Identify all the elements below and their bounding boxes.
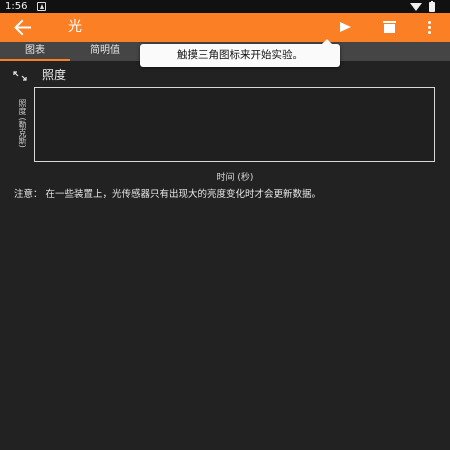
wifi-icon bbox=[410, 3, 422, 11]
expand-icon[interactable] bbox=[13, 71, 27, 81]
chart-title: 照度 bbox=[42, 68, 67, 82]
status-time: 1:56 bbox=[5, 1, 28, 12]
more-options-icon[interactable] bbox=[428, 21, 432, 35]
app-toolbar: 光 bbox=[0, 13, 450, 42]
delete-icon[interactable] bbox=[383, 21, 396, 33]
tab-simple-values[interactable]: 简明值 bbox=[70, 42, 140, 61]
tab-chart-label: 图表 bbox=[25, 45, 45, 56]
back-arrow-icon[interactable] bbox=[13, 19, 31, 36]
start-hint-tooltip: 触摸三角图标来开始实验。 bbox=[140, 39, 340, 67]
page-title: 光 bbox=[68, 19, 82, 35]
sensor-note: 注意： 在一些装置上，光传感器只有出现大的亮度变化时才会更新数据。 bbox=[14, 189, 322, 200]
battery-icon bbox=[429, 1, 435, 12]
tab-simple-values-label: 简明值 bbox=[90, 45, 120, 56]
play-icon[interactable] bbox=[340, 22, 351, 32]
y-axis-label-wrap: 照度 (勒克斯) bbox=[14, 93, 30, 153]
status-bar: 1:56 bbox=[0, 0, 450, 13]
active-tab-indicator bbox=[0, 59, 70, 61]
x-axis-label: 时间 (秒) bbox=[216, 173, 254, 183]
notification-icon bbox=[37, 2, 46, 11]
plot-area bbox=[34, 87, 435, 162]
y-axis-label: 照度 (勒克斯) bbox=[18, 98, 27, 148]
tooltip-text: 触摸三角图标来开始实验。 bbox=[177, 49, 303, 61]
tab-chart[interactable]: 图表 bbox=[0, 42, 70, 61]
